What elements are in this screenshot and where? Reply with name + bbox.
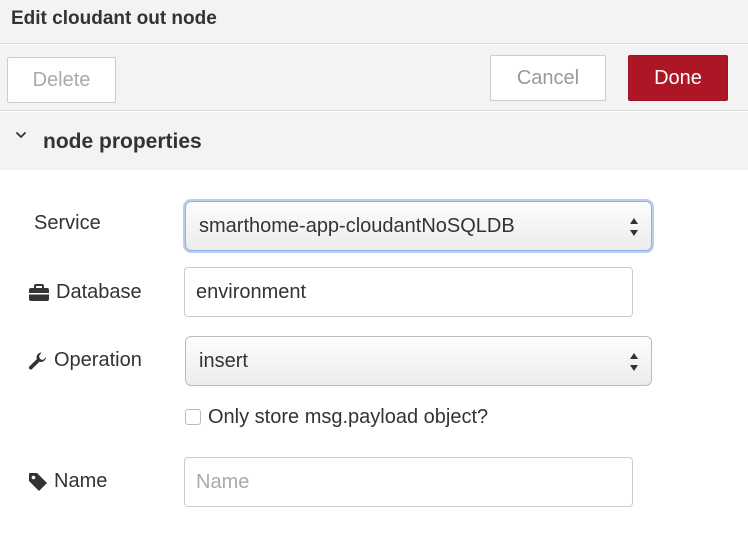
chevron-down-icon[interactable] bbox=[14, 128, 28, 142]
select-arrows-icon bbox=[630, 218, 638, 236]
database-input[interactable]: environment bbox=[184, 267, 633, 317]
dialog-title: Edit cloudant out node bbox=[11, 8, 217, 29]
name-label-text: Name bbox=[54, 470, 108, 492]
operation-label-text: Operation bbox=[54, 349, 142, 371]
name-input-placeholder: Name bbox=[196, 470, 250, 493]
done-button[interactable]: Done bbox=[628, 55, 728, 101]
operation-label: Operation bbox=[28, 349, 142, 372]
select-arrows-icon bbox=[630, 353, 638, 371]
dialog-title-bar: Edit cloudant out node bbox=[0, 0, 748, 44]
service-label-text: Service bbox=[34, 212, 101, 234]
wrench-icon bbox=[28, 352, 46, 370]
payload-only-label: Only store msg.payload object? bbox=[208, 406, 489, 428]
dialog-button-bar: Delete Cancel Done bbox=[0, 45, 748, 111]
service-select-value: smarthome-app-cloudantNoSQLDB bbox=[199, 214, 515, 237]
name-input[interactable]: Name bbox=[184, 457, 633, 507]
briefcase-icon bbox=[29, 283, 49, 301]
section-title: node properties bbox=[43, 130, 202, 153]
operation-select[interactable]: insert bbox=[185, 336, 652, 386]
operation-select-value: insert bbox=[199, 349, 248, 372]
delete-button[interactable]: Delete bbox=[7, 57, 116, 103]
cancel-button[interactable]: Cancel bbox=[490, 55, 606, 101]
database-label: Database bbox=[28, 281, 142, 304]
name-label: Name bbox=[28, 470, 107, 493]
service-select[interactable]: smarthome-app-cloudantNoSQLDB bbox=[185, 201, 652, 251]
database-label-text: Database bbox=[56, 281, 142, 303]
service-label: Service bbox=[34, 212, 101, 235]
database-input-value: environment bbox=[196, 280, 307, 303]
payload-only-checkbox[interactable] bbox=[185, 409, 201, 425]
tag-icon bbox=[29, 472, 47, 491]
